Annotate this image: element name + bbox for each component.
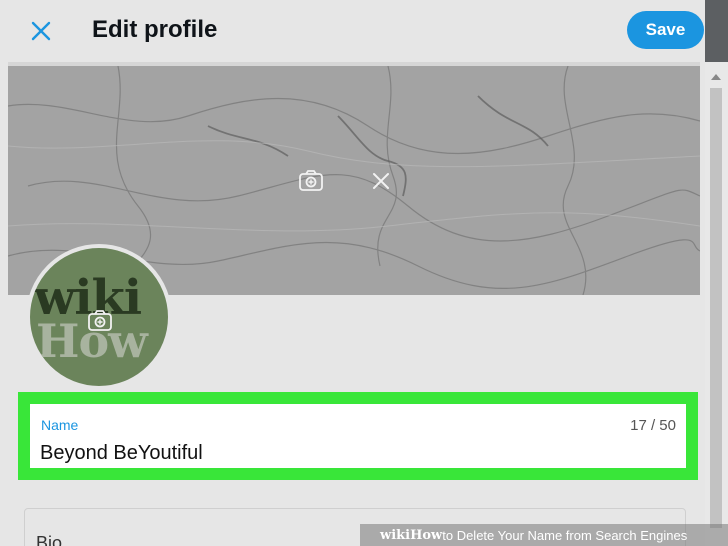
camera-icon[interactable] xyxy=(298,168,324,194)
camera-icon[interactable] xyxy=(87,308,113,334)
bio-field-label: Bio xyxy=(36,533,63,546)
modal-content: wiki How Name 17 / 50 Bio xyxy=(8,62,700,546)
name-char-count: 17 / 50 xyxy=(630,417,676,434)
modal-left-edge xyxy=(0,62,8,546)
edit-profile-modal: Edit profile Save wiki How Name 17 / 50 … xyxy=(0,0,705,546)
name-field[interactable]: Name 17 / 50 xyxy=(30,404,686,468)
close-button[interactable] xyxy=(20,10,62,52)
modal-header: Edit profile Save xyxy=(0,0,705,62)
avatar[interactable]: wiki How xyxy=(26,244,172,390)
name-field-label: Name xyxy=(41,417,79,433)
watermark-text: to Delete Your Name from Search Engines xyxy=(442,527,688,543)
page-title: Edit profile xyxy=(92,16,218,43)
scroll-up-arrow-icon[interactable] xyxy=(711,74,721,80)
close-icon[interactable] xyxy=(370,170,392,192)
watermark: wikiHow to Delete Your Name from Search … xyxy=(360,524,728,546)
name-input[interactable] xyxy=(40,440,640,466)
close-icon xyxy=(31,21,51,41)
scroll-thumb[interactable] xyxy=(710,88,722,528)
save-button[interactable]: Save xyxy=(627,11,704,49)
watermark-logo: wikiHow xyxy=(380,527,443,543)
name-field-highlight: Name 17 / 50 xyxy=(18,392,698,480)
scrollbar[interactable] xyxy=(705,62,728,546)
